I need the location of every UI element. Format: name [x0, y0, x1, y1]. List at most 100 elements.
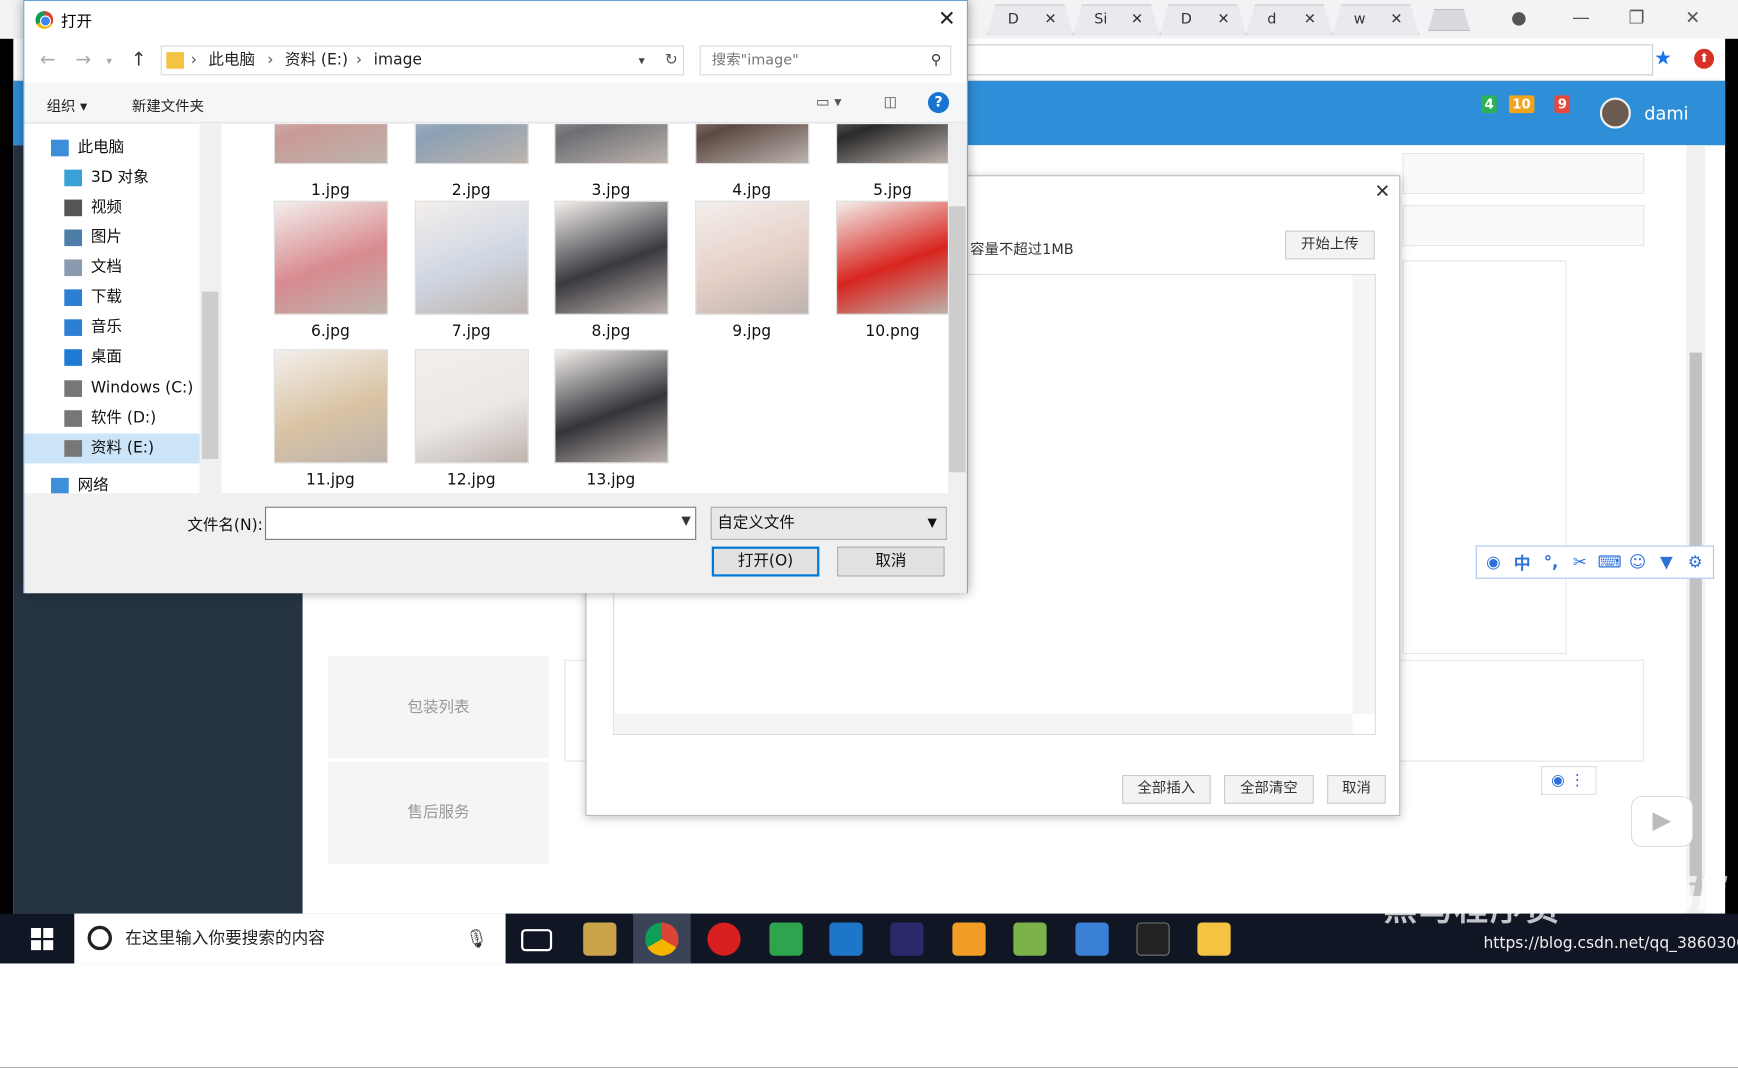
new-folder-button[interactable]: 新建文件夹: [132, 94, 204, 116]
image-thumbnail[interactable]: [695, 200, 810, 315]
close-window-icon[interactable]: ✕: [1685, 7, 1700, 28]
close-icon[interactable]: ✕: [1044, 6, 1056, 35]
browser-tab[interactable]: D ✕: [1159, 4, 1247, 36]
start-upload-button[interactable]: 开始上传: [1284, 230, 1375, 260]
image-thumbnail[interactable]: [554, 124, 669, 165]
close-icon[interactable]: ✕: [1304, 6, 1316, 35]
profile-icon[interactable]: ●: [1511, 7, 1526, 28]
organize-button[interactable]: 组织 ▾: [47, 94, 88, 116]
horizontal-scrollbar[interactable]: [614, 714, 1353, 734]
filename-input[interactable]: ▼: [264, 506, 697, 540]
windows-start-icon[interactable]: [31, 927, 54, 951]
app-green-icon[interactable]: [769, 922, 803, 956]
open-button[interactable]: 打开(O): [711, 546, 820, 577]
app-blue-icon[interactable]: [829, 922, 863, 956]
image-thumbnail[interactable]: [414, 200, 529, 315]
browser-tab[interactable]: w ✕: [1332, 4, 1420, 36]
notification-badge[interactable]: 10: [1508, 95, 1535, 114]
user-icon[interactable]: ☺: [1626, 552, 1648, 572]
tree-item[interactable]: 视频: [24, 193, 199, 223]
file-explorer-app-icon[interactable]: [583, 922, 617, 956]
tree-item[interactable]: Windows (C:): [24, 374, 199, 404]
ime-punctuation-label[interactable]: °,: [1540, 552, 1562, 572]
tree-item[interactable]: 图片: [24, 223, 199, 253]
help-icon[interactable]: ?: [927, 92, 950, 114]
browser-tab[interactable]: D ✕: [986, 4, 1074, 36]
search-input[interactable]: 搜索"image" ⚲: [699, 45, 952, 76]
view-options-icon[interactable]: ▭ ▾: [816, 94, 841, 111]
image-thumbnail[interactable]: [554, 200, 669, 315]
back-arrow-icon[interactable]: ←: [40, 49, 56, 71]
image-thumbnail[interactable]: [835, 124, 948, 165]
image-thumbnail[interactable]: [273, 349, 389, 464]
bookmark-star-icon[interactable]: ★: [1654, 47, 1672, 70]
filetype-select[interactable]: 自定义文件 ▼: [710, 506, 947, 540]
clear-all-button[interactable]: 全部清空: [1224, 774, 1314, 804]
scrollbar-thumb[interactable]: [949, 206, 966, 473]
address-breadcrumb[interactable]: › 此电脑 › 资料 (E:) › image ▾: [160, 45, 682, 76]
ime-logo-icon[interactable]: ◉: [1482, 552, 1504, 572]
chevron-down-icon[interactable]: ▼: [681, 513, 690, 527]
up-arrow-icon[interactable]: ↑: [131, 49, 147, 71]
minimize-icon[interactable]: —: [1572, 7, 1590, 28]
breadcrumb-item[interactable]: 此电脑: [208, 47, 255, 75]
terminal-icon[interactable]: [1136, 922, 1170, 956]
recent-locations-icon[interactable]: ▾: [106, 55, 112, 67]
preview-pane-icon[interactable]: ◫: [884, 94, 898, 111]
taskbar-search-input[interactable]: 在这里输入你要搜索的内容 🎙: [74, 913, 506, 964]
browser-tab[interactable]: d ✕: [1246, 4, 1333, 36]
file-item[interactable]: 12.jpg: [387, 349, 529, 493]
notification-badge[interactable]: 9: [1554, 95, 1571, 114]
file-item[interactable]: 8.jpg: [527, 200, 669, 345]
username[interactable]: dami: [1644, 103, 1688, 124]
extension-icon[interactable]: ⬆: [1694, 48, 1715, 69]
image-thumbnail[interactable]: [273, 200, 389, 315]
new-tab-button[interactable]: [1428, 8, 1471, 32]
keyboard-icon[interactable]: ⌨: [1598, 552, 1622, 572]
file-item[interactable]: 1.jpg: [246, 124, 389, 204]
folder-icon[interactable]: [1197, 922, 1231, 956]
close-icon[interactable]: ✕: [1217, 6, 1229, 35]
microphone-icon[interactable]: 🎙: [465, 914, 488, 964]
breadcrumb-item[interactable]: 资料 (E:): [285, 47, 348, 75]
close-icon[interactable]: ✕: [1390, 6, 1402, 35]
tree-item[interactable]: 下载: [24, 283, 199, 313]
search-icon[interactable]: ⚲: [931, 47, 942, 75]
close-icon[interactable]: ✕: [1131, 6, 1143, 35]
cancel-button[interactable]: 取消: [1327, 774, 1386, 804]
close-icon[interactable]: ✕: [938, 7, 956, 31]
notification-badge[interactable]: 4: [1481, 95, 1498, 114]
image-thumbnail[interactable]: [695, 124, 810, 165]
file-item[interactable]: 13.jpg: [527, 349, 669, 493]
insert-all-button[interactable]: 全部插入: [1122, 774, 1211, 804]
image-thumbnail[interactable]: [414, 124, 529, 165]
tree-item[interactable]: 软件 (D:): [24, 404, 199, 434]
intellij-icon[interactable]: [890, 922, 924, 956]
restore-icon[interactable]: ❐: [1629, 7, 1645, 28]
image-thumbnail[interactable]: [273, 124, 389, 165]
file-item[interactable]: 7.jpg: [387, 200, 529, 345]
forward-arrow-icon[interactable]: →: [75, 49, 91, 71]
chrome-icon[interactable]: [645, 922, 679, 956]
task-view-icon[interactable]: [521, 929, 553, 952]
cancel-button[interactable]: 取消: [837, 546, 945, 577]
tree-item[interactable]: 文档: [24, 253, 199, 283]
app-red-icon[interactable]: [707, 922, 741, 956]
tree-item[interactable]: 资料 (E:): [24, 433, 200, 464]
play-icon[interactable]: ▶: [1630, 796, 1693, 848]
file-list-scrollbar[interactable]: [947, 124, 967, 494]
tree-item[interactable]: 网络: [24, 471, 199, 494]
tree-item[interactable]: 音乐: [24, 313, 199, 343]
file-item[interactable]: 4.jpg: [667, 124, 810, 204]
file-item[interactable]: 6.jpg: [246, 200, 389, 345]
tree-item[interactable]: 此电脑: [24, 133, 199, 163]
tree-item[interactable]: 桌面: [24, 343, 199, 373]
image-thumbnail[interactable]: [414, 349, 529, 464]
browser-tab[interactable]: Si ✕: [1073, 4, 1160, 36]
address-bar[interactable]: [967, 44, 1654, 76]
pdf-icon[interactable]: [952, 922, 986, 956]
file-item[interactable]: 11.jpg: [246, 349, 389, 493]
ime-mode-label[interactable]: 中: [1511, 550, 1533, 573]
tree-item[interactable]: 3D 对象: [24, 163, 199, 193]
breadcrumb-item[interactable]: image: [374, 47, 422, 75]
